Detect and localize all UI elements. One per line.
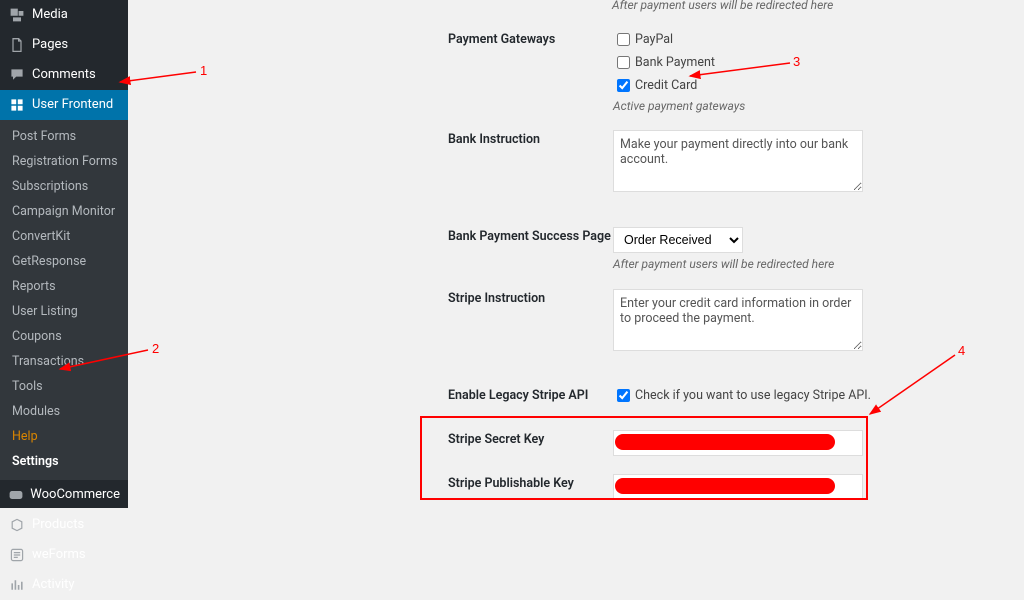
media-icon	[8, 6, 26, 24]
sidebar-label: Media	[32, 7, 68, 23]
label-bank-instruction: Bank Instruction	[448, 130, 613, 147]
sidebar-label: WooCommerce	[30, 487, 120, 503]
gateway-label: Bank Payment	[635, 55, 715, 70]
bank-success-hint: After payment users will be redirected h…	[613, 257, 988, 271]
submenu-campaign-monitor[interactable]: Campaign Monitor	[0, 199, 128, 224]
annotation-1: 1	[200, 63, 207, 78]
label-legacy-stripe: Enable Legacy Stripe API	[448, 386, 613, 403]
checkbox-credit-card[interactable]	[617, 79, 630, 92]
gateway-label: Credit Card	[635, 78, 697, 93]
sidebar-label: weForms	[32, 547, 86, 563]
sidebar-item-activity[interactable]: Activity	[0, 570, 128, 600]
gateway-option-bank[interactable]: Bank Payment	[613, 53, 988, 72]
sidebar-item-user-frontend[interactable]: User Frontend	[0, 90, 128, 120]
checkbox-bank[interactable]	[617, 56, 630, 69]
submenu-help[interactable]: Help	[0, 424, 128, 449]
redacted-bar	[615, 478, 835, 494]
legacy-stripe-option[interactable]: Check if you want to use legacy Stripe A…	[613, 386, 988, 405]
main-content: After payment users will be redirected h…	[128, 0, 1024, 508]
gateway-option-credit-card[interactable]: Credit Card	[613, 76, 988, 95]
annotation-4: 4	[958, 343, 965, 358]
redacted-bar	[615, 434, 835, 450]
select-bank-success-page[interactable]: Order Received	[613, 227, 743, 253]
submenu-settings[interactable]: Settings	[0, 449, 128, 474]
submenu-subscriptions[interactable]: Subscriptions	[0, 174, 128, 199]
gateway-option-paypal[interactable]: PayPal	[613, 30, 988, 49]
legacy-stripe-text: Check if you want to use legacy Stripe A…	[635, 388, 871, 403]
admin-sidebar: Media Pages Comments User Frontend Post …	[0, 0, 128, 508]
user-frontend-icon	[8, 96, 26, 114]
submenu-modules[interactable]: Modules	[0, 399, 128, 424]
sidebar-item-pages[interactable]: Pages	[0, 30, 128, 60]
sidebar-item-media[interactable]: Media	[0, 0, 128, 30]
annotation-2: 2	[152, 341, 159, 356]
submenu-registration-forms[interactable]: Registration Forms	[0, 149, 128, 174]
sidebar-item-products[interactable]: Products	[0, 510, 128, 540]
textarea-bank-instruction[interactable]: Make your payment directly into our bank…	[613, 130, 863, 192]
sidebar-submenu: Post Forms Registration Forms Subscripti…	[0, 120, 128, 480]
submenu-reports[interactable]: Reports	[0, 274, 128, 299]
gateway-label: PayPal	[635, 32, 673, 47]
checkbox-paypal[interactable]	[617, 33, 630, 46]
sidebar-label: User Frontend	[32, 97, 113, 113]
activity-icon	[8, 576, 26, 594]
submenu-getresponse[interactable]: GetResponse	[0, 249, 128, 274]
submenu-post-forms[interactable]: Post Forms	[0, 124, 128, 149]
checkbox-legacy-stripe[interactable]	[617, 389, 630, 402]
sidebar-label: Products	[32, 517, 84, 533]
sidebar-item-comments[interactable]: Comments	[0, 60, 128, 90]
label-stripe-secret-key: Stripe Secret Key	[448, 430, 613, 447]
sidebar-label: Comments	[32, 67, 96, 83]
products-icon	[8, 516, 26, 534]
label-stripe-publishable-key: Stripe Publishable Key	[448, 474, 613, 491]
label-payment-gateways: Payment Gateways	[448, 30, 613, 47]
sidebar-label: Activity	[32, 577, 75, 593]
submenu-convertkit[interactable]: ConvertKit	[0, 224, 128, 249]
weforms-icon	[8, 546, 26, 564]
submenu-transactions[interactable]: Transactions	[0, 349, 128, 374]
gateways-hint: Active payment gateways	[613, 99, 988, 113]
textarea-stripe-instruction[interactable]: Enter your credit card information in or…	[613, 289, 863, 351]
woo-icon	[8, 486, 24, 504]
label-stripe-instruction: Stripe Instruction	[448, 289, 613, 306]
annotation-3: 3	[793, 54, 800, 69]
label-bank-success-page: Bank Payment Success Page	[448, 227, 613, 244]
comments-icon	[8, 66, 26, 84]
redirect-hint-top: After payment users will be redirected h…	[612, 0, 833, 12]
pages-icon	[8, 36, 26, 54]
sidebar-item-weforms[interactable]: weForms	[0, 540, 128, 570]
sidebar-label: Pages	[32, 37, 68, 53]
sidebar-item-woocommerce[interactable]: WooCommerce	[0, 480, 128, 510]
submenu-tools[interactable]: Tools	[0, 374, 128, 399]
submenu-user-listing[interactable]: User Listing	[0, 299, 128, 324]
submenu-coupons[interactable]: Coupons	[0, 324, 128, 349]
